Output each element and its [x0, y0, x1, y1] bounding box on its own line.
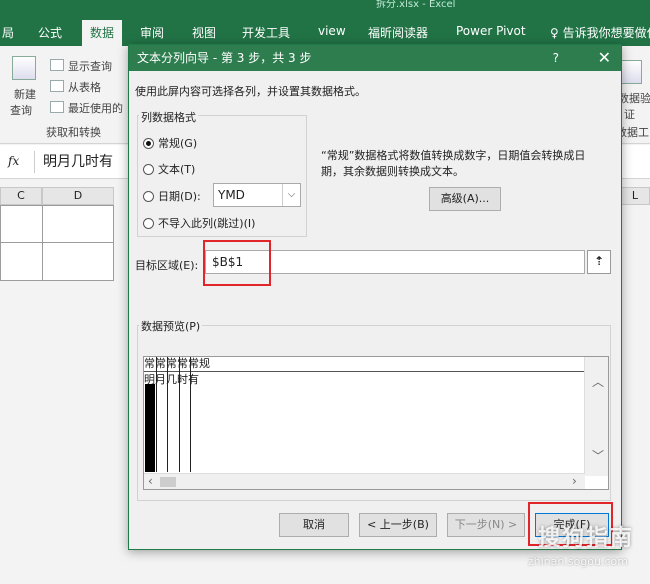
preview-horizontal-scrollbar[interactable]: ‹ ›: [144, 473, 585, 489]
tab-developer[interactable]: 开发工具: [242, 24, 290, 41]
date-format-value: YMD: [218, 188, 245, 202]
column-header-d[interactable]: D: [42, 187, 114, 205]
destination-label: 目标区域(E):: [135, 259, 199, 272]
radio-icon: [143, 191, 154, 202]
column-header-l[interactable]: L: [620, 187, 650, 205]
radio-icon: [143, 164, 154, 175]
scroll-right-icon[interactable]: ›: [572, 474, 577, 488]
radio-icon: [143, 218, 154, 229]
data-preview[interactable]: 常常常常常规 明月几时有 ︿ ﹀ ‹ ›: [143, 356, 609, 490]
next-button[interactable]: 下一步(N) >: [447, 513, 525, 537]
advanced-button[interactable]: 高级(A)...: [429, 187, 501, 211]
fx-icon[interactable]: fx: [8, 154, 19, 168]
chevron-down-icon[interactable]: ⌵: [282, 184, 300, 206]
radio-general-label: 常规(G): [158, 137, 198, 150]
data-validation-label[interactable]: 数据验: [618, 90, 650, 106]
text-to-columns-dialog: 文本分列向导 - 第 3 步，共 3 步 ? ✕ 使用此屏内容可选择各列，并设置…: [128, 44, 622, 550]
column-break-line[interactable]: [156, 357, 157, 472]
cell[interactable]: [0, 205, 43, 243]
sogou-watermark-url: zhinan.sogou.com: [527, 555, 628, 568]
cell[interactable]: [0, 242, 43, 281]
scroll-thumb[interactable]: [160, 477, 176, 487]
preview-vertical-scrollbar[interactable]: ︿ ﹀: [584, 357, 608, 476]
tell-me-search[interactable]: ♀ 告诉我你想要做什: [550, 24, 650, 41]
cell[interactable]: [42, 242, 114, 281]
selected-column-highlight[interactable]: [145, 384, 155, 472]
scroll-down-icon[interactable]: ﹀: [592, 447, 604, 464]
collapse-dialog-icon[interactable]: ⇡: [587, 250, 611, 274]
tab-formulas[interactable]: 公式: [38, 24, 62, 41]
tab-view-en[interactable]: view: [318, 24, 346, 38]
new-query-icon: [12, 56, 36, 80]
highlight-box-destination: [203, 240, 271, 286]
lightbulb-icon: ♀: [550, 26, 563, 40]
radio-selected-icon: [143, 138, 154, 149]
date-format-select[interactable]: YMD ⌵: [213, 183, 301, 207]
radio-text[interactable]: 文本(T): [143, 161, 195, 177]
tab-data[interactable]: 数据: [82, 20, 123, 47]
show-query-icon: [50, 59, 64, 71]
tab-power-pivot[interactable]: Power Pivot: [456, 24, 526, 38]
show-query-button[interactable]: 显示查询: [68, 58, 112, 74]
radio-skip-label: 不导入此列(跳过)(I): [158, 217, 256, 230]
excel-title-bar: 拆分.xlsx - Excel: [0, 0, 650, 16]
get-transform-group-label: 获取和转换: [46, 126, 101, 139]
new-query-label[interactable]: 新建: [14, 86, 36, 102]
formula-content[interactable]: 明月几时有: [34, 151, 134, 173]
tab-view[interactable]: 视图: [192, 24, 216, 41]
data-preview-title: 数据预览(P): [139, 318, 203, 334]
close-icon[interactable]: ✕: [598, 45, 611, 71]
radio-text-label: 文本(T): [158, 163, 196, 176]
preview-header-text: 常常常常常规: [144, 357, 210, 370]
recent-sources-icon: [50, 101, 64, 113]
tab-review[interactable]: 审阅: [140, 24, 164, 41]
ribbon-tabs: 局 公式 数据 审阅 视图 开发工具 view 福昕阅读器 Power Pivo…: [0, 16, 650, 47]
dialog-description: 使用此屏内容可选择各列，并设置其数据格式。: [135, 85, 366, 98]
preview-header-row: 常常常常常规: [144, 357, 585, 372]
scroll-left-icon[interactable]: ‹: [148, 474, 153, 488]
tab-layout[interactable]: 局: [2, 24, 14, 41]
column-header-c[interactable]: C: [0, 187, 42, 205]
sogou-watermark: 搜狗指南: [537, 526, 634, 551]
cancel-button[interactable]: 取消: [279, 513, 349, 537]
help-button[interactable]: ?: [553, 45, 559, 71]
column-break-line[interactable]: [167, 357, 168, 472]
tell-me-label: 告诉我你想要做什: [562, 26, 650, 40]
column-format-title: 列数据格式: [139, 109, 198, 125]
dialog-title: 文本分列向导 - 第 3 步，共 3 步: [129, 45, 621, 71]
column-break-line[interactable]: [190, 357, 191, 472]
tab-foxit[interactable]: 福昕阅读器: [368, 24, 428, 41]
back-button[interactable]: < 上一步(B): [359, 513, 437, 537]
scroll-up-icon[interactable]: ︿: [592, 373, 604, 390]
radio-date-label: 日期(D):: [158, 190, 201, 203]
cell[interactable]: [42, 205, 114, 243]
radio-skip[interactable]: 不导入此列(跳过)(I): [143, 215, 255, 231]
from-table-button[interactable]: 从表格: [68, 79, 101, 95]
column-break-line[interactable]: [179, 357, 180, 472]
table-icon: [50, 80, 64, 92]
recent-sources-button[interactable]: 最近使用的: [68, 100, 123, 116]
format-info-text: “常规”数据格式将数值转换成数字，日期值会转换成日期，其余数据则转换成文本。: [321, 149, 586, 178]
radio-date[interactable]: 日期(D):: [143, 188, 201, 204]
app-title: 拆分.xlsx - Excel: [376, 0, 456, 10]
new-query-label-2[interactable]: 查询: [10, 102, 32, 118]
radio-general[interactable]: 常规(G): [143, 135, 197, 151]
data-validation-label-2[interactable]: 证: [624, 106, 635, 122]
